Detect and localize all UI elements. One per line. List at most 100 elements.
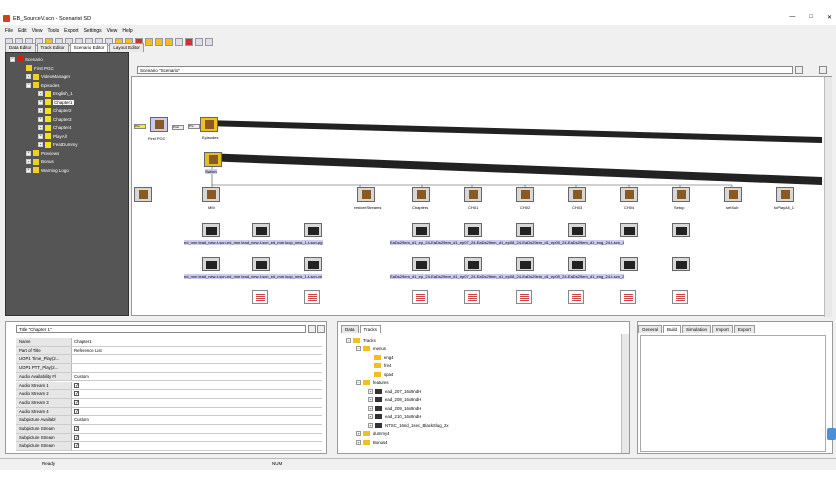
left-node[interactable] [134, 187, 152, 202]
video-icon[interactable] [205, 38, 213, 46]
doc-node[interactable] [516, 290, 532, 304]
expand-icon[interactable]: + [38, 125, 43, 130]
clip-node[interactable] [672, 257, 690, 271]
prop-value[interactable] [72, 390, 322, 398]
collapse-icon[interactable]: − [26, 82, 31, 88]
prop-value[interactable] [72, 434, 322, 442]
menu-file[interactable]: File [5, 28, 13, 34]
track-item[interactable]: + ead_210_16x9ndH [368, 413, 421, 421]
checkbox[interactable] [74, 434, 79, 442]
track-item[interactable]: + ead_209_16x9ndH [368, 404, 421, 412]
clip-node[interactable] [304, 223, 322, 237]
setup-node[interactable] [672, 187, 690, 202]
menu-help[interactable]: Help [122, 28, 132, 34]
setsub-node[interactable] [724, 187, 742, 202]
mm-node[interactable] [202, 187, 220, 202]
ch04-node[interactable] [620, 187, 638, 202]
button-icon[interactable] [165, 38, 173, 46]
episodes-node[interactable] [200, 117, 218, 132]
menu-view-2[interactable]: View [107, 28, 118, 34]
minimize-icon[interactable]: — [789, 14, 795, 21]
track-item[interactable]: + dummy4 [356, 430, 389, 438]
expand-icon[interactable]: + [26, 150, 31, 156]
scenario-combo[interactable]: Scenario "Scenario" [137, 66, 793, 74]
clip-node[interactable] [252, 223, 270, 237]
tree-item-english[interactable]: + English_1 [38, 90, 73, 98]
clip-node[interactable] [304, 257, 322, 271]
doc-node[interactable] [672, 290, 688, 304]
clip-node[interactable] [516, 257, 534, 271]
expand-icon[interactable]: + [38, 91, 43, 96]
track-item[interactable]: + ead_207_16x9ndH [368, 387, 421, 395]
clip-node[interactable] [568, 223, 586, 237]
expand-icon[interactable]: + [356, 439, 361, 445]
expand-icon[interactable]: + [368, 405, 373, 411]
tab-build[interactable]: Build [663, 325, 682, 333]
doc-node[interactable] [252, 290, 268, 304]
restore-node[interactable] [357, 187, 375, 202]
clip-node[interactable] [620, 223, 638, 237]
prop-value[interactable] [72, 364, 322, 372]
combo-dropdown-icon[interactable] [795, 66, 803, 74]
tree-item-chapter4[interactable]: + Chapter4 [38, 124, 72, 132]
checkbox[interactable] [74, 408, 79, 416]
tree-item-bonus[interactable]: + Bonus [26, 158, 54, 166]
collapse-icon[interactable]: − [356, 346, 361, 351]
tree-item-featdummy[interactable]: + FeatDummy [38, 141, 78, 149]
tree-item-previews[interactable]: + Previews [26, 149, 59, 157]
track-item[interactable]: − Tracks [346, 336, 376, 344]
props-close-icon[interactable] [317, 325, 325, 333]
close-icon[interactable]: ✕ [827, 14, 832, 21]
tree-item-videomanager[interactable]: + VideoManager [26, 73, 70, 81]
doc-node[interactable] [620, 290, 636, 304]
clip-node[interactable] [672, 223, 690, 237]
tab-general[interactable]: General [638, 325, 663, 333]
menu-export[interactable]: Export [64, 28, 78, 34]
checkbox[interactable] [74, 442, 79, 450]
expand-icon[interactable]: + [368, 422, 373, 428]
tab-layout-editor[interactable]: Layout Editor [109, 43, 144, 52]
script-icon[interactable] [175, 38, 183, 46]
prop-value[interactable] [72, 382, 322, 390]
clip-node[interactable] [412, 257, 430, 271]
collapse-icon[interactable]: − [346, 337, 351, 343]
graph-scrollbar[interactable] [824, 77, 832, 317]
expand-icon[interactable]: + [38, 133, 43, 139]
expand-icon[interactable]: + [38, 116, 43, 122]
doc-node[interactable] [412, 290, 428, 304]
tree-item-chapter1[interactable]: + Chapter1 [38, 98, 74, 106]
prop-value[interactable]: Custom [72, 373, 322, 381]
expand-icon[interactable]: + [368, 388, 373, 394]
prop-value[interactable] [72, 399, 322, 407]
props-go-icon[interactable] [308, 325, 316, 333]
menu-edit[interactable]: Edit [18, 28, 27, 34]
expand-icon[interactable]: + [368, 397, 373, 402]
tree-item-playall[interactable]: + PlayAll [38, 132, 67, 140]
tab-scenario-editor[interactable]: Scenario Editor [69, 43, 109, 52]
checkbox[interactable] [74, 390, 79, 398]
checkbox[interactable] [74, 399, 79, 407]
tree-item-warning-logo[interactable]: + Warning Logo [26, 166, 69, 174]
tab-import[interactable]: Import [712, 325, 733, 333]
tree-item-episodes[interactable]: − Episodes [26, 81, 60, 89]
collapse-icon[interactable]: − [10, 56, 15, 62]
tab-data-editor[interactable]: Data Editor [5, 43, 36, 52]
tab-export[interactable]: Export [733, 325, 755, 333]
expand-icon[interactable]: + [356, 431, 361, 436]
track-item[interactable]: − features [356, 379, 389, 387]
clip-node[interactable] [568, 257, 586, 271]
prop-value[interactable]: Reference List [72, 347, 322, 355]
track-item[interactable]: fre4 [374, 362, 391, 370]
prop-value[interactable]: Chapter1 [72, 338, 322, 346]
track-item[interactable]: spa4 [374, 370, 393, 378]
chapters-node[interactable] [412, 187, 430, 202]
tab-simulation[interactable]: Simulation [682, 325, 712, 333]
prop-value[interactable] [72, 355, 322, 363]
ch02-node[interactable] [516, 187, 534, 202]
expand-icon[interactable]: + [38, 142, 43, 147]
doc-node[interactable] [464, 290, 480, 304]
expand-icon[interactable]: + [26, 159, 31, 164]
track-item[interactable]: + Bonus4 [356, 438, 388, 446]
props-combo[interactable]: Title "Chapter 1" [16, 325, 306, 333]
prop-value[interactable] [72, 408, 322, 416]
